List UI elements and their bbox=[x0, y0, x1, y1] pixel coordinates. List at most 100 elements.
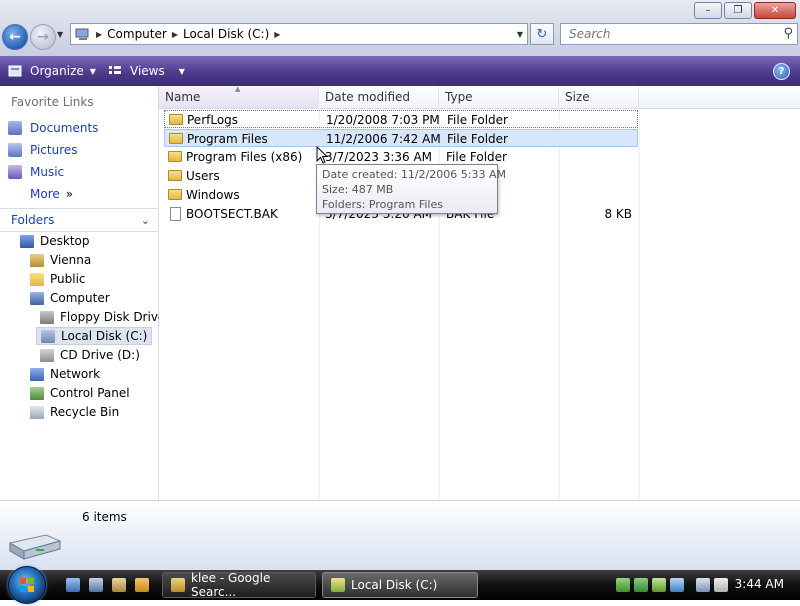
favorite-link-label: Pictures bbox=[30, 143, 78, 157]
tree-item-label: Vienna bbox=[50, 253, 92, 267]
file-icon bbox=[170, 207, 181, 221]
favorite-link-label: Music bbox=[30, 165, 65, 179]
tray-app-icon[interactable] bbox=[652, 578, 666, 592]
tray-app-icon[interactable] bbox=[670, 578, 684, 592]
refresh-icon: ↻ bbox=[536, 26, 548, 42]
control-panel-icon bbox=[30, 386, 44, 400]
folder-icon bbox=[168, 189, 182, 200]
favorite-links-header: Favorite Links bbox=[11, 95, 94, 109]
start-button[interactable] bbox=[8, 566, 46, 604]
taskbar-item-explorer[interactable]: Local Disk (C:) bbox=[322, 572, 478, 598]
favorite-link-label: Documents bbox=[30, 121, 99, 135]
volume-muted-icon[interactable] bbox=[714, 578, 728, 592]
tooltip-date-created: Date created: 11/2/2006 5:33 AM bbox=[322, 168, 507, 181]
show-desktop-icon[interactable] bbox=[66, 578, 80, 592]
organize-button[interactable]: Organize ▼ bbox=[8, 56, 96, 86]
tree-item-desktop[interactable]: Desktop bbox=[20, 232, 90, 250]
tree-item-computer[interactable]: Computer bbox=[30, 289, 110, 307]
tree-item-control-panel[interactable]: Control Panel bbox=[30, 384, 130, 402]
window-controls: – ❐ ✕ bbox=[694, 2, 796, 19]
organize-icon bbox=[8, 65, 22, 77]
refresh-button[interactable]: ↻ bbox=[530, 23, 554, 45]
address-bar[interactable]: ▶ Computer ▶ Local Disk (C:) ▶ ▼ bbox=[70, 23, 528, 45]
views-icon bbox=[109, 66, 121, 74]
search-icon[interactable]: ⚲ bbox=[783, 26, 793, 41]
search-input[interactable] bbox=[567, 26, 771, 42]
folder-icon bbox=[169, 114, 183, 125]
quick-launch-app-icon[interactable] bbox=[112, 578, 126, 592]
user-status-icon[interactable] bbox=[616, 578, 630, 592]
tree-item-label: Recycle Bin bbox=[50, 405, 120, 419]
documents-icon bbox=[8, 121, 22, 135]
folder-icon bbox=[30, 272, 44, 286]
chevron-down-icon: ▼ bbox=[178, 66, 185, 76]
explorer-icon bbox=[331, 578, 345, 592]
tree-item-label: Network bbox=[50, 367, 101, 381]
taskbar-item-browser[interactable]: klee - Google Searc... bbox=[162, 571, 316, 599]
breadcrumb-arrow-icon[interactable]: ▶ bbox=[274, 30, 280, 39]
file-row-perflogs[interactable]: PerfLogs 1/20/2008 7:03 PM File Folder bbox=[164, 110, 638, 128]
folder-icon bbox=[168, 151, 182, 162]
navigation-pane: Favorite Links Documents Pictures Music … bbox=[0, 86, 165, 500]
back-button[interactable]: ← bbox=[2, 24, 28, 50]
tree-item-label: Public bbox=[50, 272, 86, 286]
favorite-link-more[interactable]: More » bbox=[30, 185, 73, 203]
sort-ascending-icon: ▲ bbox=[235, 85, 241, 93]
music-icon bbox=[8, 165, 22, 179]
favorite-link-pictures[interactable]: Pictures bbox=[8, 141, 78, 159]
folders-header[interactable]: Folders ⌄ bbox=[0, 208, 158, 232]
user-folder-icon bbox=[30, 253, 44, 267]
media-player-icon[interactable] bbox=[135, 578, 149, 592]
computer-icon bbox=[30, 291, 44, 305]
tree-item-label: Local Disk (C:) bbox=[61, 329, 148, 343]
help-button[interactable]: ? bbox=[773, 63, 790, 80]
address-dropdown-icon[interactable]: ▼ bbox=[517, 30, 523, 39]
chevron-down-icon: ⌄ bbox=[140, 213, 150, 227]
column-header-type[interactable]: Type bbox=[439, 86, 559, 108]
close-button[interactable]: ✕ bbox=[754, 2, 796, 19]
computer-address-icon bbox=[75, 28, 89, 40]
switch-windows-icon[interactable] bbox=[89, 578, 103, 592]
breadcrumb-arrow-icon[interactable]: ▶ bbox=[172, 30, 178, 39]
chevron-down-icon: ▼ bbox=[89, 66, 96, 76]
recent-pages-dropdown-icon[interactable]: ▼ bbox=[57, 30, 63, 39]
breadcrumb-computer[interactable]: Computer bbox=[107, 27, 167, 41]
back-arrow-icon: ← bbox=[9, 29, 21, 45]
file-list: Name ▲ Date modified Type Size PerfLogs … bbox=[159, 85, 800, 500]
tree-item-public[interactable]: Public bbox=[30, 270, 86, 288]
tree-item-floppy-disk-drive[interactable]: Floppy Disk Drive bbox=[40, 308, 165, 326]
security-shield-icon[interactable] bbox=[634, 578, 648, 592]
column-header-name[interactable]: Name ▲ bbox=[159, 85, 319, 108]
favorite-link-music[interactable]: Music bbox=[8, 163, 64, 181]
tree-item-network[interactable]: Network bbox=[30, 365, 100, 383]
network-icon bbox=[30, 367, 44, 381]
pictures-icon bbox=[8, 143, 22, 157]
command-toolbar: Organize ▼ Views ▼ ? bbox=[0, 56, 800, 86]
file-row-program-files[interactable]: Program Files 11/2/2006 7:42 AM File Fol… bbox=[164, 129, 638, 147]
organize-label: Organize bbox=[30, 64, 84, 78]
column-divider bbox=[639, 108, 640, 500]
views-button[interactable]: Views ▼ bbox=[108, 56, 185, 86]
tree-item-label: Control Panel bbox=[50, 386, 130, 400]
folders-label: Folders bbox=[11, 213, 55, 227]
minimize-button[interactable]: – bbox=[694, 2, 722, 19]
favorite-link-documents[interactable]: Documents bbox=[8, 119, 98, 137]
forward-arrow-icon: → bbox=[37, 29, 49, 45]
tree-item-vienna[interactable]: Vienna bbox=[30, 251, 91, 269]
folder-info-tooltip: Date created: 11/2/2006 5:33 AM Size: 48… bbox=[316, 164, 507, 214]
tree-item-local-disk[interactable]: Local Disk (C:) bbox=[36, 327, 153, 345]
column-header-date-modified[interactable]: Date modified bbox=[319, 86, 439, 108]
breadcrumb-local-disk[interactable]: Local Disk (C:) bbox=[183, 27, 269, 41]
search-box[interactable]: ⚲ bbox=[560, 23, 798, 45]
tree-item-recycle-bin[interactable]: Recycle Bin bbox=[30, 403, 119, 421]
breadcrumb-arrow-icon[interactable]: ▶ bbox=[96, 30, 102, 39]
maximize-button[interactable]: ❐ bbox=[724, 2, 752, 19]
taskbar-clock[interactable]: 3:44 AM bbox=[735, 577, 784, 591]
column-header-size[interactable]: Size bbox=[559, 86, 639, 108]
forward-button[interactable]: → bbox=[30, 24, 56, 50]
cd-drive-icon bbox=[40, 348, 54, 362]
tree-item-label: CD Drive (D:) bbox=[60, 348, 140, 362]
taskbar: klee - Google Searc... Local Disk (C:) 3… bbox=[0, 566, 800, 604]
network-tray-icon[interactable] bbox=[696, 578, 710, 592]
tree-item-cd-drive[interactable]: CD Drive (D:) bbox=[40, 346, 140, 364]
